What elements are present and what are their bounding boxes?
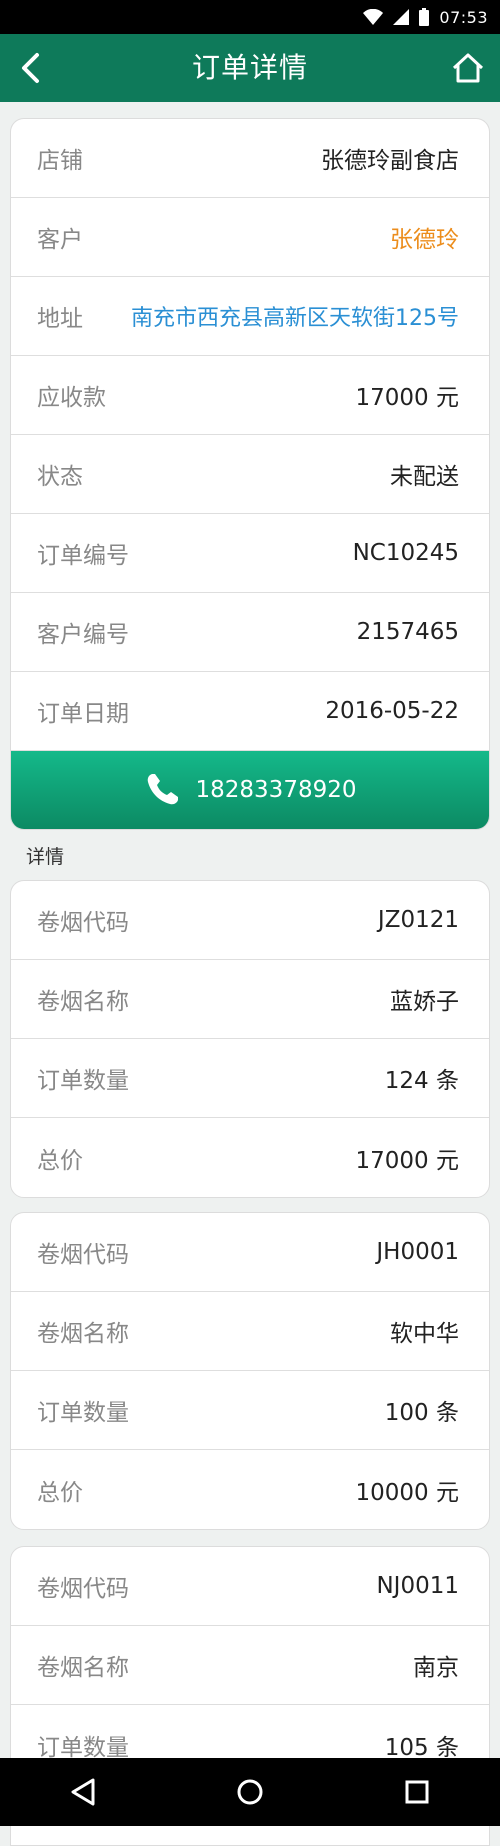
detail-card: 卷烟代码 JZ0121 卷烟名称 蓝娇子 订单数量 124 条 总价 17000…	[10, 880, 490, 1198]
row-label: 卷烟代码	[37, 910, 129, 936]
row-label: 总价	[37, 1147, 83, 1174]
order-row-address: 地址 南充市西充县高新区天软街125号	[11, 277, 489, 356]
order-row-order-number: 订单编号 NC10245	[11, 514, 489, 593]
phone-icon	[147, 774, 178, 805]
call-button[interactable]: 18283378920	[11, 751, 489, 829]
row-value: 蓝娇子	[390, 989, 459, 1015]
status-icons: 07:53	[363, 0, 488, 34]
row-value: 100 条	[384, 1400, 459, 1426]
row-label: 总价	[37, 1479, 83, 1506]
row-value: NJ0011	[376, 1573, 459, 1599]
order-row-status: 状态 未配送	[11, 435, 489, 514]
row-value: 2016-05-22	[325, 698, 459, 724]
row-value: 124 条	[384, 1068, 459, 1094]
detail-row: 卷烟代码 JZ0121	[11, 881, 489, 960]
back-button[interactable]	[10, 48, 50, 88]
detail-row: 总价 10000 元	[11, 1450, 489, 1529]
order-row-order-date: 订单日期 2016-05-22	[11, 672, 489, 751]
row-label: 卷烟代码	[37, 1576, 129, 1602]
home-button[interactable]	[446, 46, 490, 90]
row-label: 订单数量	[37, 1734, 129, 1761]
row-label: 地址	[37, 306, 83, 332]
back-triangle-icon[interactable]	[70, 1778, 96, 1806]
detail-row: 订单数量 100 条	[11, 1371, 489, 1450]
detail-card: 卷烟代码 JH0001 卷烟名称 软中华 订单数量 100 条 总价 10000…	[10, 1212, 490, 1530]
recents-square-icon[interactable]	[404, 1779, 430, 1805]
order-info-card: 店铺 张德玲副食店 客户 张德玲 地址 南充市西充县高新区天软街125号 应收款…	[10, 118, 490, 830]
chevron-left-icon	[22, 53, 39, 83]
detail-row: 卷烟名称 南京	[11, 1626, 489, 1705]
order-row-receivable: 应收款 17000 元	[11, 356, 489, 435]
system-nav-bar	[0, 1758, 500, 1826]
row-value: 105 条	[384, 1734, 459, 1761]
row-value: JZ0121	[377, 907, 459, 933]
home-circle-icon[interactable]	[236, 1778, 264, 1806]
row-value: 南京	[413, 1655, 459, 1681]
cell-signal-icon	[393, 9, 410, 25]
row-value: 17000 元	[355, 1147, 459, 1174]
row-label: 客户编号	[37, 622, 129, 648]
row-value: 17000 元	[355, 385, 459, 411]
customer-name: 张德玲	[390, 227, 459, 253]
row-label: 卷烟名称	[37, 1321, 129, 1347]
order-row-customer-number: 客户编号 2157465	[11, 593, 489, 672]
row-value: 张德玲副食店	[321, 148, 459, 174]
detail-row: 卷烟代码 JH0001	[11, 1213, 489, 1292]
status-time: 07:53	[439, 7, 488, 27]
row-value: 软中华	[390, 1321, 459, 1347]
row-label: 应收款	[37, 385, 106, 411]
row-label: 订单编号	[37, 543, 129, 569]
row-label: 订单数量	[37, 1068, 129, 1094]
row-value: 10000 元	[355, 1479, 459, 1506]
details-section-label: 详情	[26, 846, 65, 868]
row-label: 状态	[37, 464, 83, 490]
status-bar: 07:53	[0, 0, 500, 34]
row-value: NC10245	[352, 540, 459, 566]
detail-row: 订单数量 124 条	[11, 1039, 489, 1118]
status-value: 未配送	[390, 464, 459, 490]
row-label: 订单数量	[37, 1400, 129, 1426]
row-label: 客户	[37, 227, 83, 253]
phone-number: 18283378920	[195, 777, 357, 803]
order-row-customer: 客户 张德玲	[11, 198, 489, 277]
order-row-shop: 店铺 张德玲副食店	[11, 119, 489, 198]
detail-row: 卷烟名称 软中华	[11, 1292, 489, 1371]
battery-icon	[419, 8, 430, 26]
app-bar: 订单详情	[0, 34, 500, 102]
row-label: 卷烟代码	[37, 1242, 129, 1268]
row-label: 卷烟名称	[37, 1655, 129, 1681]
wifi-icon	[363, 9, 384, 25]
detail-row: 卷烟名称 蓝娇子	[11, 960, 489, 1039]
page-title: 订单详情	[191, 51, 308, 84]
row-value: 2157465	[356, 619, 459, 645]
detail-row: 总价 17000 元	[11, 1118, 489, 1197]
row-label: 订单日期	[37, 701, 129, 727]
address-link[interactable]: 南充市西充县高新区天软街125号	[131, 300, 459, 332]
detail-row: 卷烟代码 NJ0011	[11, 1547, 489, 1626]
row-label: 店铺	[37, 148, 83, 174]
row-label: 卷烟名称	[37, 989, 129, 1015]
row-value: JH0001	[376, 1239, 459, 1265]
home-icon	[452, 53, 484, 83]
